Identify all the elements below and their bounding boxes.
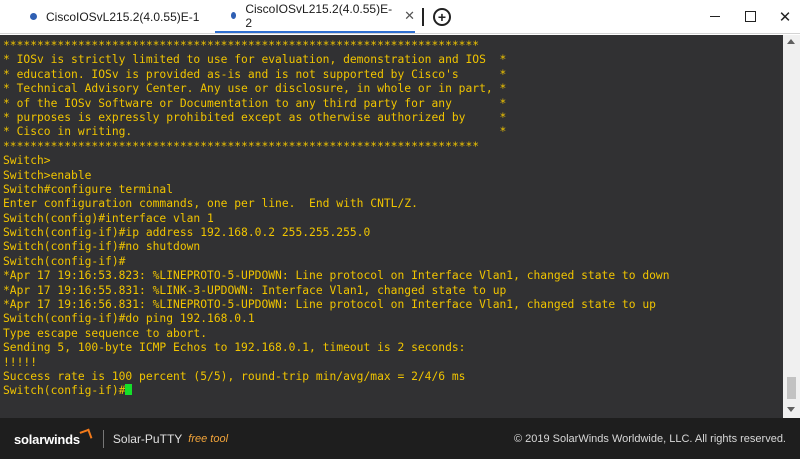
new-tab-plus-icon[interactable]: + <box>433 8 451 26</box>
terminal-line: *Apr 17 19:16:56.831: %LINEPROTO-5-UPDOW… <box>3 298 780 312</box>
minimize-button[interactable] <box>700 0 730 33</box>
terminal-line-text: ****************************************… <box>3 39 480 52</box>
terminal-line-text: Type escape sequence to abort. <box>3 326 208 340</box>
tab-session-1[interactable]: CiscoIOSvL215.2(4.0.55)E-1 <box>30 0 215 33</box>
tab-label: CiscoIOSvL215.2(4.0.55)E-1 <box>46 9 200 24</box>
terminal-line-text: * of the IOSv Software or Documentation … <box>3 96 507 110</box>
terminal-line: Switch>enable <box>3 169 780 183</box>
terminal-line: Switch(config)#interface vlan 1 <box>3 212 780 226</box>
terminal-line-text: * education. IOSv is provided as-is and … <box>3 67 507 81</box>
terminal-line: Success rate is 100 percent (5/5), round… <box>3 370 780 384</box>
terminal-line-text: Enter configuration commands, one per li… <box>3 197 418 211</box>
tab-label: CiscoIOSvL215.2(4.0.55)E-2 <box>245 1 393 30</box>
terminal-line: Switch(config-if)#do ping 192.168.0.1 <box>3 312 780 326</box>
terminal-line: * of the IOSv Software or Documentation … <box>3 97 780 111</box>
terminal-line-text: Success rate is 100 percent (5/5), round… <box>3 369 466 383</box>
terminal-line: *Apr 17 19:16:53.823: %LINEPROTO-5-UPDOW… <box>3 269 780 283</box>
footer-divider <box>102 429 104 448</box>
terminal-scrollbar[interactable] <box>783 35 800 418</box>
terminal-line-text: *Apr 17 19:16:56.831: %LINEPROTO-5-UPDOW… <box>3 298 656 312</box>
terminal-line: ****************************************… <box>3 140 780 154</box>
terminal-line: Switch(config-if)#no shutdown <box>3 240 780 254</box>
tab-bar: CiscoIOSvL215.2(4.0.55)E-1 CiscoIOSvL215… <box>0 0 800 34</box>
terminal-line: Switch#configure terminal <box>3 183 780 197</box>
terminal-line: !!!!! <box>3 356 780 370</box>
footer-bar: solarwinds Solar-PuTTY free tool © 2019 … <box>0 418 800 459</box>
terminal-line-text: * Cisco in writing. * <box>3 125 507 139</box>
terminal-line-text: *Apr 17 19:16:55.831: %LINK-3-UPDOWN: In… <box>3 283 507 297</box>
terminal-line: *Apr 17 19:16:55.831: %LINK-3-UPDOWN: In… <box>3 284 780 298</box>
terminal-output[interactable]: ****************************************… <box>0 35 783 418</box>
terminal-line-text: * purposes is expressly prohibited excep… <box>3 110 507 124</box>
tab-separator <box>422 8 424 26</box>
terminal-line-text: Switch(config-if)#do ping 192.168.0.1 <box>3 312 255 326</box>
scroll-up-arrow-icon[interactable] <box>787 39 795 44</box>
tab-close-icon[interactable]: ✕ <box>404 8 415 24</box>
terminal-line-text: * Technical Advisory Center. Any use or … <box>3 82 507 96</box>
terminal-line-text: Switch(config-if)#ip address 192.168.0.2… <box>3 226 371 240</box>
terminal-line: Switch(config-if)# <box>3 255 780 269</box>
terminal-line: * purposes is expressly prohibited excep… <box>3 111 780 125</box>
terminal-line: Switch> <box>3 154 780 168</box>
terminal-line-text: Sending 5, 100-byte ICMP Echos to 192.16… <box>3 341 466 355</box>
terminal-line: Type escape sequence to abort. <box>3 327 780 341</box>
terminal-line-text: Switch#configure terminal <box>3 182 174 196</box>
terminal-line-text: Switch(config)#interface vlan 1 <box>3 211 214 225</box>
tab-session-2[interactable]: CiscoIOSvL215.2(4.0.55)E-2 ✕ <box>215 0 415 33</box>
terminal-line-text: Switch> <box>3 154 51 168</box>
logo-mark-icon <box>79 428 93 442</box>
copyright-text: © 2019 SolarWinds Worldwide, LLC. All ri… <box>513 432 786 445</box>
session-status-icon <box>231 12 237 19</box>
minimize-icon <box>710 16 720 17</box>
product-tagline: free tool <box>188 432 229 445</box>
terminal-line-text: * IOSv is strictly limited to use for ev… <box>3 53 507 67</box>
terminal-line: Switch(config-if)#ip address 192.168.0.2… <box>3 226 780 240</box>
terminal-line: * education. IOSv is provided as-is and … <box>3 68 780 82</box>
terminal-line: * IOSv is strictly limited to use for ev… <box>3 53 780 67</box>
solarwinds-logo: solarwinds <box>14 428 93 447</box>
terminal-line-text: Switch(config-if)# <box>3 384 126 398</box>
product-name: Solar-PuTTY <box>112 431 183 446</box>
terminal-line-text: Switch(config-if)#no shutdown <box>3 240 201 254</box>
close-window-button[interactable]: ✕ <box>770 0 800 33</box>
terminal-line-text: *Apr 17 19:16:53.823: %LINEPROTO-5-UPDOW… <box>3 269 670 283</box>
terminal-line-text: ****************************************… <box>3 139 480 153</box>
terminal-line: Enter configuration commands, one per li… <box>3 197 780 211</box>
terminal-line: Switch(config-if)# <box>3 384 780 398</box>
terminal-line: Sending 5, 100-byte ICMP Echos to 192.16… <box>3 341 780 355</box>
close-icon: ✕ <box>778 8 792 26</box>
session-status-icon <box>30 13 37 20</box>
maximize-icon <box>744 11 756 22</box>
terminal-line: * Technical Advisory Center. Any use or … <box>3 82 780 96</box>
scroll-down-arrow-icon[interactable] <box>787 407 795 412</box>
maximize-button[interactable] <box>735 0 765 33</box>
terminal-line-text: Switch>enable <box>3 168 92 182</box>
terminal-cursor <box>125 384 133 396</box>
terminal-line-text: Switch(config-if)# <box>3 254 126 268</box>
scroll-thumb[interactable] <box>787 377 796 399</box>
terminal-line-text: !!!!! <box>3 355 38 369</box>
terminal-line: ****************************************… <box>3 39 780 53</box>
terminal-line: * Cisco in writing. * <box>3 125 780 139</box>
